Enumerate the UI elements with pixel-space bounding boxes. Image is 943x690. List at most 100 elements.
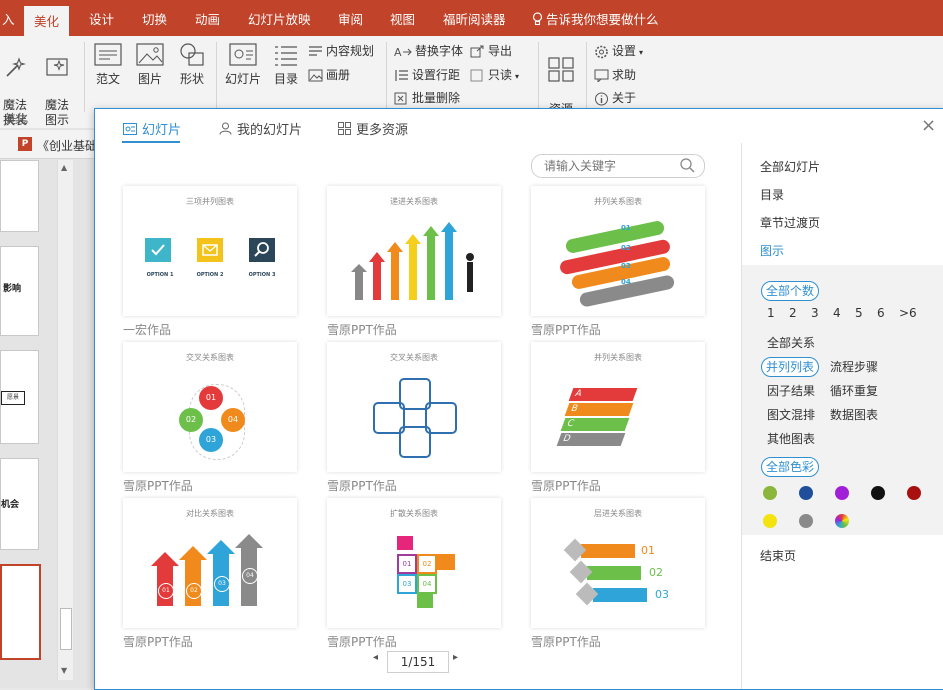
count-filter-3[interactable]: 3 bbox=[811, 306, 819, 320]
search-input[interactable] bbox=[542, 157, 676, 175]
card-author: 雪原PPT作品 bbox=[531, 479, 601, 493]
color-swatch-green[interactable] bbox=[763, 486, 777, 500]
prev-page-icon[interactable]: ◂ bbox=[373, 652, 378, 663]
diagram-card[interactable]: 三项并列图表 OPTION 1 OPTION 2 OPTION 3 bbox=[123, 186, 297, 316]
tab-more-resources[interactable]: 更多资源 bbox=[338, 119, 408, 138]
color-swatch-red[interactable] bbox=[907, 486, 921, 500]
category-end-page[interactable]: 结束页 bbox=[760, 547, 796, 564]
diagram-card[interactable]: 并列关系图表 A B C D bbox=[531, 342, 705, 472]
export-button[interactable]: 导出 bbox=[470, 42, 512, 59]
about-button[interactable]: 关于 bbox=[594, 89, 636, 106]
number-circle: 04 bbox=[242, 568, 258, 584]
slide-thumbnail[interactable]: 影响 bbox=[0, 246, 39, 336]
document-tab[interactable]: P 《创业基础 bbox=[0, 130, 97, 159]
diagram-card[interactable]: 层进关系图表 01 02 03 bbox=[531, 498, 705, 628]
slide-thumbnail[interactable] bbox=[0, 160, 39, 232]
count-filter-2[interactable]: 2 bbox=[789, 306, 797, 320]
help-request-button[interactable]: 求助 bbox=[594, 66, 636, 83]
count-filter-more[interactable]: >6 bbox=[899, 306, 917, 320]
diagram-card[interactable]: 扩散关系图表 01 02 03 04 bbox=[327, 498, 501, 628]
count-filter-1[interactable]: 1 bbox=[767, 306, 775, 320]
grid-icon bbox=[338, 122, 351, 135]
diagram-card[interactable]: 交叉关系图表 01 02 03 04 bbox=[123, 342, 297, 472]
diagram-card[interactable]: 并列关系图表 01 02 03 04 bbox=[531, 186, 705, 316]
shape-button[interactable]: 形状 bbox=[176, 42, 208, 87]
tell-me-search[interactable]: 告诉我你想要做什么 bbox=[532, 0, 659, 36]
tab-animation[interactable]: 动画 bbox=[195, 0, 220, 36]
diagram-card[interactable]: 递进关系图表 bbox=[327, 186, 501, 316]
relation-cycle[interactable]: 循环重复 bbox=[830, 382, 878, 399]
count-filter-5[interactable]: 5 bbox=[855, 306, 863, 320]
category-section-page[interactable]: 章节过渡页 bbox=[760, 214, 820, 231]
color-swatch-purple[interactable] bbox=[835, 486, 849, 500]
diagram-card[interactable]: 对比关系图表 01 02 03 04 bbox=[123, 498, 297, 628]
search-box[interactable] bbox=[531, 154, 705, 178]
readonly-dropdown[interactable]: 只读 ▾ bbox=[470, 66, 519, 83]
relation-all[interactable]: 全部关系 bbox=[767, 334, 815, 351]
category-all-slides[interactable]: 全部幻灯片 bbox=[760, 158, 820, 175]
thumbnail-text: 愿景 bbox=[1, 391, 25, 405]
album-button[interactable]: 画册 bbox=[308, 66, 350, 83]
replace-font-button[interactable]: A 替换字体 bbox=[394, 42, 463, 59]
progressive-arrows-graphic bbox=[351, 222, 474, 300]
diffusion-block bbox=[417, 594, 433, 608]
relation-factor-result[interactable]: 因子结果 bbox=[767, 382, 815, 399]
color-swatch-blue[interactable] bbox=[799, 486, 813, 500]
batch-delete-button[interactable]: 批量删除 bbox=[394, 89, 460, 106]
tab-review[interactable]: 审阅 bbox=[338, 0, 363, 36]
relation-process-steps[interactable]: 流程步骤 bbox=[830, 358, 878, 375]
scroll-down-icon[interactable]: ▼ bbox=[61, 666, 67, 675]
line-spacing-button[interactable]: 设置行距 bbox=[394, 66, 460, 83]
page-indicator[interactable]: 1/151 bbox=[387, 651, 449, 673]
relation-other-chart[interactable]: 其他图表 bbox=[767, 430, 815, 447]
all-count-filter[interactable]: 全部个数 bbox=[761, 281, 820, 301]
cross-block bbox=[399, 426, 431, 458]
toc-button[interactable]: 目录 bbox=[270, 42, 302, 87]
search-icon[interactable] bbox=[680, 158, 695, 173]
batch-delete-label: 批量删除 bbox=[412, 91, 461, 105]
tab-foxit-reader[interactable]: 福昕阅读器 bbox=[443, 0, 506, 36]
relation-text-image[interactable]: 图文混排 bbox=[767, 406, 815, 423]
category-toc[interactable]: 目录 bbox=[760, 186, 784, 203]
slide-button[interactable]: 幻灯片 bbox=[224, 42, 262, 87]
picture-button[interactable]: 图片 bbox=[134, 42, 166, 87]
tab-transition[interactable]: 切换 bbox=[142, 0, 167, 36]
all-colors-filter[interactable]: 全部色彩 bbox=[761, 457, 820, 477]
tab-my-slides[interactable]: 我的幻灯片 bbox=[219, 119, 302, 138]
scrollbar-thumb[interactable] bbox=[60, 608, 72, 650]
slide-thumbnail-selected[interactable] bbox=[0, 564, 41, 660]
close-icon[interactable]: × bbox=[921, 115, 936, 136]
category-diagram[interactable]: 图示 bbox=[760, 242, 784, 259]
diagram-card[interactable]: 交叉关系图表 bbox=[327, 342, 501, 472]
next-page-icon[interactable]: ▸ bbox=[453, 652, 458, 663]
color-swatch-gray[interactable] bbox=[799, 514, 813, 528]
color-swatch-yellow[interactable] bbox=[763, 514, 777, 528]
thumbnail-scrollbar[interactable]: ▲ ▼ bbox=[57, 160, 73, 680]
shape-label: 形状 bbox=[179, 72, 204, 86]
slide-thumbnail[interactable]: 机会 bbox=[0, 458, 39, 550]
settings-dropdown[interactable]: 设置 ▾ bbox=[594, 42, 643, 59]
tab-design[interactable]: 设计 bbox=[89, 0, 114, 36]
scroll-up-icon[interactable]: ▲ bbox=[61, 163, 67, 172]
number-circle: 02 bbox=[186, 583, 202, 599]
tab-slides[interactable]: 幻灯片 bbox=[123, 119, 181, 138]
template-button[interactable]: 范文 bbox=[92, 42, 124, 87]
relation-parallel-list[interactable]: 并列列表 bbox=[761, 357, 820, 377]
color-swatch-multicolor[interactable] bbox=[835, 514, 849, 528]
tab-insert[interactable]: 入 bbox=[2, 0, 15, 36]
card-title: 交叉关系图表 bbox=[186, 353, 234, 362]
tab-view[interactable]: 视图 bbox=[390, 0, 415, 36]
tab-slideshow[interactable]: 幻灯片放映 bbox=[248, 0, 311, 36]
layer-bar bbox=[581, 544, 635, 558]
magic-diagram-button[interactable]: 魔法 图示 bbox=[40, 42, 74, 128]
count-filter-4[interactable]: 4 bbox=[833, 306, 841, 320]
color-swatch-black[interactable] bbox=[871, 486, 885, 500]
group-label-beautify: 美化 bbox=[4, 112, 29, 126]
content-plan-button[interactable]: 内容规划 bbox=[308, 42, 374, 59]
shape-icon bbox=[180, 43, 204, 66]
tab-beautify[interactable]: 美化 bbox=[24, 6, 70, 36]
count-filter-6[interactable]: 6 bbox=[877, 306, 885, 320]
powerpoint-icon: P bbox=[18, 137, 32, 151]
relation-data-chart[interactable]: 数据图表 bbox=[830, 406, 878, 423]
slide-thumbnail[interactable]: 愿景 bbox=[0, 350, 39, 444]
